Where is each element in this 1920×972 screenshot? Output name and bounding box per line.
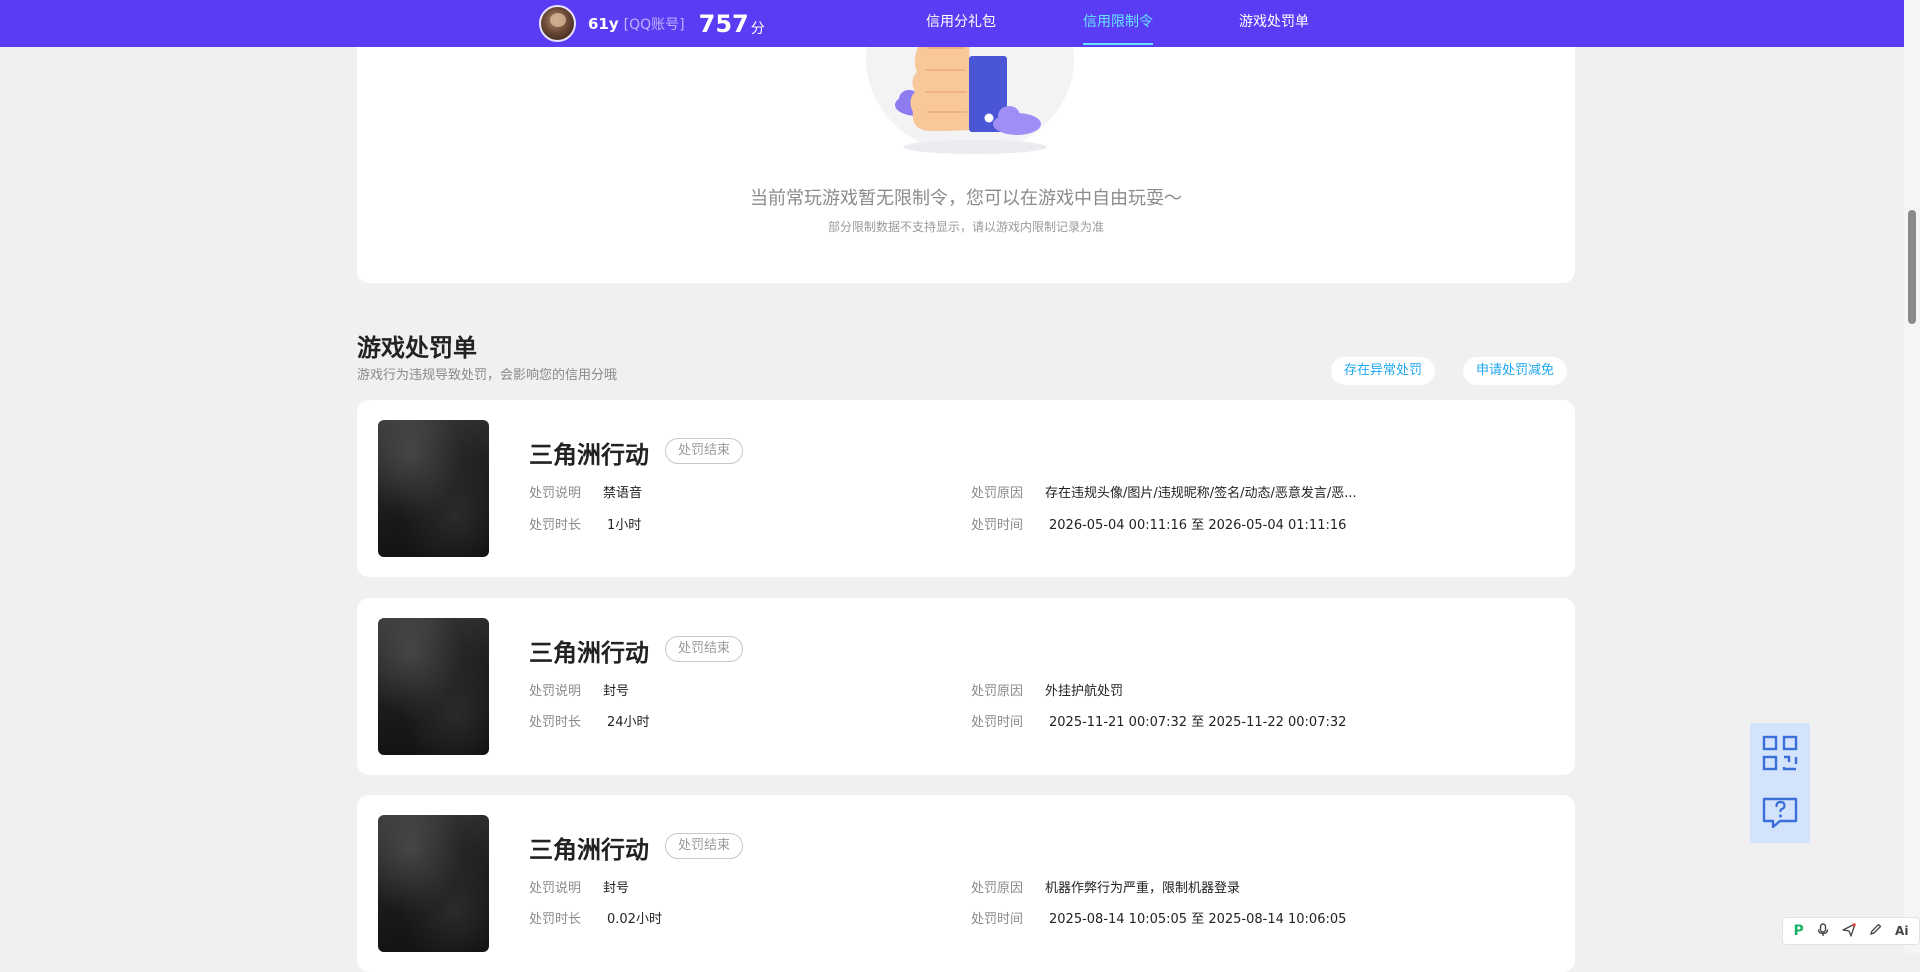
penalty-record-card[interactable]: 三角洲行动 处罚结束 处罚说明 禁语音 处罚时长 1小时 处罚原因 存在违规头像… bbox=[357, 400, 1575, 577]
penalty-time-value: 2026-05-04 00:11:16 至 2026-05-04 01:11:1… bbox=[1049, 518, 1347, 533]
penalty-reason-value: 外挂护航处罚 bbox=[1045, 684, 1124, 699]
user-info: 61y [QQ账号] 757 分 bbox=[539, 5, 765, 42]
penalty-desc-label: 处罚说明 bbox=[529, 486, 582, 501]
top-navigation-bar: 61y [QQ账号] 757 分 信用分礼包 信用限制令 游戏处罚单 bbox=[0, 0, 1904, 47]
send-icon[interactable] bbox=[1842, 922, 1856, 940]
penalty-section-title: 游戏处罚单 bbox=[357, 334, 477, 362]
penalty-duration-label: 处罚时长 bbox=[529, 518, 582, 533]
credit-score: 757 bbox=[698, 9, 749, 38]
penalty-time-label: 处罚时间 bbox=[971, 912, 1024, 927]
penalty-section-description: 游戏行为违规导致处罚，会影响您的信用分哦 bbox=[357, 368, 618, 383]
penalty-desc-label: 处罚说明 bbox=[529, 684, 582, 699]
empty-state-subtitle: 部分限制数据不支持显示，请以游戏内限制记录为准 bbox=[827, 220, 1104, 234]
username: 61y bbox=[588, 14, 619, 33]
nav-credit-restriction[interactable]: 信用限制令 bbox=[1083, 0, 1153, 47]
scrollbar-thumb[interactable] bbox=[1908, 210, 1916, 324]
nav-game-penalty[interactable]: 游戏处罚单 bbox=[1239, 0, 1309, 47]
avatar[interactable] bbox=[539, 5, 576, 42]
empty-illustration-shadow bbox=[903, 140, 1047, 154]
extension-p-icon[interactable]: P bbox=[1794, 923, 1804, 939]
abnormal-penalty-button[interactable]: 存在异常处罚 bbox=[1331, 357, 1436, 385]
help-float-button[interactable] bbox=[1750, 783, 1810, 843]
nav-credit-gift[interactable]: 信用分礼包 bbox=[926, 0, 996, 47]
game-name: 三角洲行动 bbox=[529, 836, 649, 864]
penalty-desc-label: 处罚说明 bbox=[529, 881, 582, 896]
penalty-status-badge: 处罚结束 bbox=[665, 833, 744, 859]
game-cover-image bbox=[378, 618, 489, 755]
penalty-desc-value: 封号 bbox=[603, 684, 630, 699]
appeal-reduction-button[interactable]: 申请处罚减免 bbox=[1463, 357, 1568, 385]
qrcode-icon bbox=[1762, 735, 1798, 771]
penalty-reason-value: 机器作弊行为严重，限制机器登录 bbox=[1045, 881, 1241, 896]
penalty-reason-label: 处罚原因 bbox=[971, 684, 1024, 699]
penalty-status-badge: 处罚结束 bbox=[665, 438, 744, 464]
penalty-status-badge: 处罚结束 bbox=[665, 636, 744, 662]
penalty-duration-label: 处罚时长 bbox=[529, 912, 582, 927]
pen-icon[interactable] bbox=[1869, 923, 1882, 939]
penalty-time-label: 处罚时间 bbox=[971, 518, 1024, 533]
penalty-desc-value: 禁语音 bbox=[603, 486, 643, 501]
penalty-duration-value: 0.02小时 bbox=[607, 912, 662, 927]
penalty-duration-value: 24小时 bbox=[607, 715, 650, 730]
account-type: [QQ账号] bbox=[623, 16, 685, 33]
penalty-time-label: 处罚时间 bbox=[971, 715, 1024, 730]
page-scrollbar[interactable] bbox=[1904, 0, 1920, 953]
penalty-duration-label: 处罚时长 bbox=[529, 715, 582, 730]
penalty-desc-value: 封号 bbox=[603, 881, 630, 896]
microphone-icon[interactable] bbox=[1817, 922, 1829, 940]
ai-assistant-icon[interactable]: Ai bbox=[1895, 924, 1908, 938]
help-chat-icon bbox=[1762, 797, 1798, 829]
penalty-time-value: 2025-11-21 00:07:32 至 2025-11-22 00:07:3… bbox=[1049, 715, 1347, 730]
browser-mini-toolbar: P Ai bbox=[1782, 917, 1920, 945]
game-cover-image bbox=[378, 815, 489, 952]
penalty-record-card[interactable]: 三角洲行动 处罚结束 处罚说明 封号 处罚时长 0.02小时 处罚原因 机器作弊… bbox=[357, 795, 1575, 972]
penalty-reason-label: 处罚原因 bbox=[971, 881, 1024, 896]
credit-score-unit: 分 bbox=[750, 20, 765, 37]
empty-state-title: 当前常玩游戏暂无限制令，您可以在游戏中自由玩耍～ bbox=[750, 188, 1182, 209]
penalty-duration-value: 1小时 bbox=[607, 518, 642, 533]
penalty-reason-value: 存在违规头像/图片/违规昵称/签名/动态/恶意发言/恶... bbox=[1045, 486, 1357, 501]
game-name: 三角洲行动 bbox=[529, 639, 649, 667]
game-cover-image bbox=[378, 420, 489, 557]
penalty-record-card[interactable]: 三角洲行动 处罚结束 处罚说明 封号 处罚时长 24小时 处罚原因 外挂护航处罚… bbox=[357, 598, 1575, 775]
penalty-reason-label: 处罚原因 bbox=[971, 486, 1024, 501]
penalty-time-value: 2025-08-14 10:05:05 至 2025-08-14 10:06:0… bbox=[1049, 912, 1347, 927]
qrcode-float-button[interactable] bbox=[1750, 723, 1810, 783]
game-name: 三角洲行动 bbox=[529, 441, 649, 469]
